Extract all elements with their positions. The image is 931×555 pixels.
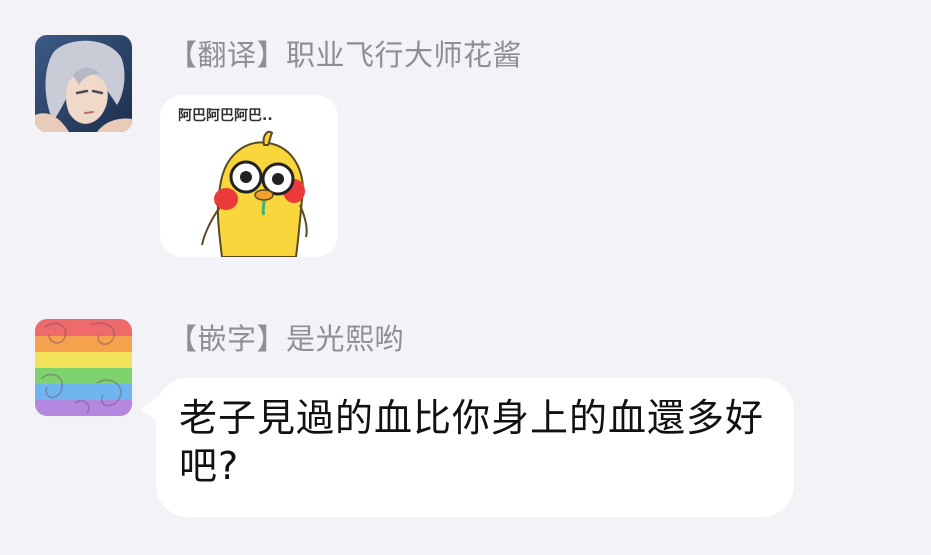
message-text: 老子見過的血比你身上的血還多好吧? — [179, 396, 765, 488]
rainbow-avatar-icon[interactable] — [35, 319, 132, 416]
sender-name[interactable]: 【嵌字】是光熙哟 — [168, 321, 404, 357]
sender-name[interactable]: 【翻译】职业飞行大师花酱 — [168, 37, 522, 73]
yellow-duck-sticker-icon — [201, 130, 308, 257]
sticker-image[interactable]: 阿巴阿巴阿巴.. — [160, 95, 338, 257]
message-bubble[interactable]: 老子見過的血比你身上的血還多好吧? — [156, 378, 794, 517]
anime-boy-avatar-icon[interactable] — [35, 35, 132, 132]
